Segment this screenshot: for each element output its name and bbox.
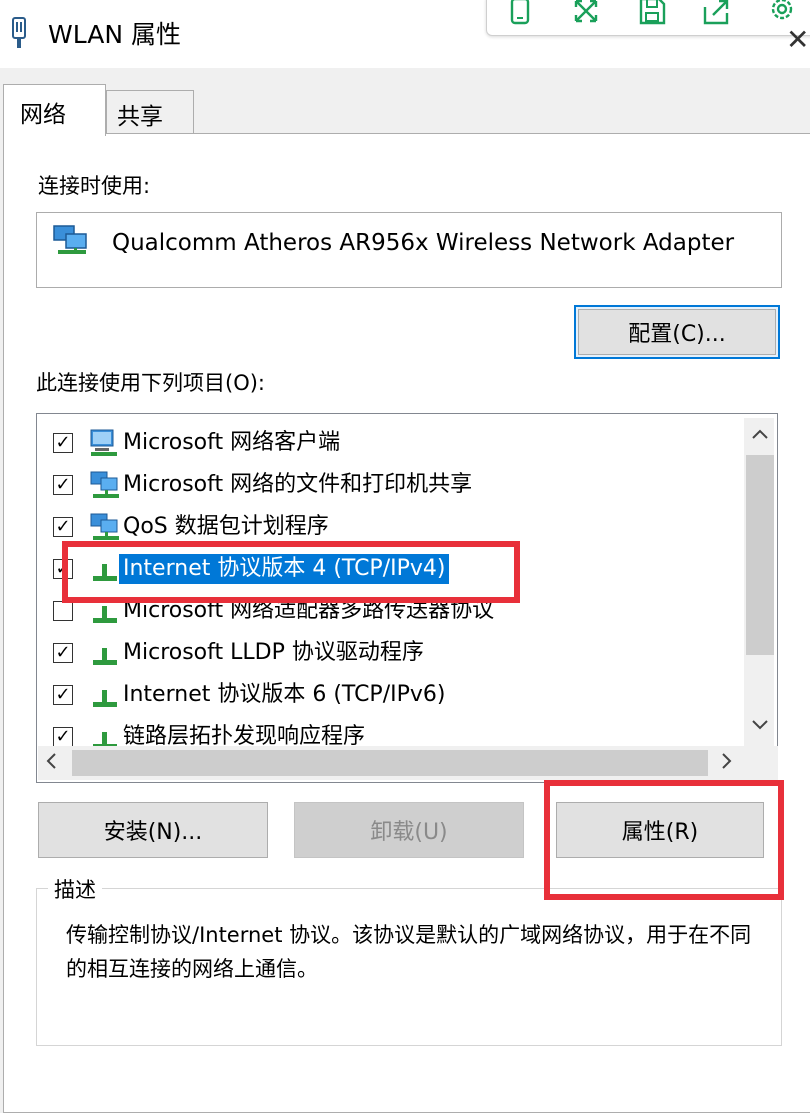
- item-label: Microsoft 网络的文件和打印机共享: [123, 472, 473, 497]
- item-label: Internet 协议版本 6 (TCP/IPv6): [123, 682, 446, 707]
- tab-network-label: 网络: [20, 102, 66, 128]
- configure-button-label: 配置(C)...: [578, 309, 776, 355]
- scroll-right-icon[interactable]: [718, 748, 734, 779]
- protocol-icon: [89, 640, 121, 670]
- adapter-name: Qualcomm Atheros AR956x Wireless Network…: [112, 230, 735, 256]
- uninstall-button: 卸载(U): [294, 802, 524, 858]
- vertical-scroll-thumb[interactable]: [746, 455, 774, 655]
- floating-toolbar: [486, 0, 810, 36]
- network-client-icon: [89, 428, 121, 458]
- fullscreen-icon[interactable]: [567, 0, 605, 29]
- tab-network[interactable]: 网络: [3, 84, 106, 136]
- close-icon[interactable]: ✕: [786, 26, 809, 54]
- scroll-up-icon[interactable]: [750, 425, 770, 446]
- list-item[interactable]: ✓ Microsoft 网络客户端: [37, 422, 747, 464]
- wlan-adapter-icon: [10, 16, 28, 50]
- description-legend: 描述: [48, 874, 102, 904]
- window-title: WLAN 属性: [48, 20, 181, 49]
- description-text: 传输控制协议/Internet 协议。该协议是默认的广域网络协议，用于在不同的相…: [66, 923, 752, 981]
- network-adapter-icon: [52, 224, 90, 258]
- configure-button[interactable]: 配置(C)...: [574, 305, 780, 359]
- item-label: Microsoft 网络客户端: [123, 430, 341, 455]
- highlight-properties-annotation: [544, 780, 784, 900]
- horizontal-scroll-thumb[interactable]: [72, 750, 708, 776]
- item-checkbox[interactable]: ✓: [53, 643, 73, 663]
- tab-sharing[interactable]: 共享: [106, 90, 194, 133]
- item-checkbox[interactable]: ✓: [53, 685, 73, 705]
- item-label: QoS 数据包计划程序: [123, 514, 329, 539]
- item-label: Microsoft LLDP 协议驱动程序: [123, 640, 424, 665]
- item-checkbox[interactable]: ✓: [53, 727, 73, 747]
- tab-sharing-label: 共享: [117, 104, 163, 130]
- item-checkbox[interactable]: [53, 601, 73, 621]
- protocol-icon: [89, 682, 121, 712]
- item-checkbox[interactable]: ✓: [53, 517, 73, 537]
- connect-using-label: 连接时使用:: [38, 174, 151, 198]
- file-share-icon: [89, 470, 121, 500]
- list-item[interactable]: ✓ Microsoft 网络的文件和打印机共享: [37, 464, 747, 506]
- phone-icon[interactable]: [501, 0, 539, 29]
- list-item[interactable]: ✓ Microsoft LLDP 协议驱动程序: [37, 632, 747, 674]
- list-item[interactable]: ✓ Internet 协议版本 6 (TCP/IPv6): [37, 674, 747, 716]
- install-button[interactable]: 安装(N)...: [38, 802, 268, 858]
- items-list-label: 此连接使用下列项目(O):: [36, 371, 265, 395]
- share-icon[interactable]: [697, 0, 735, 29]
- qos-icon: [89, 512, 121, 542]
- item-checkbox[interactable]: ✓: [53, 475, 73, 495]
- scroll-down-icon[interactable]: [750, 716, 770, 737]
- scroll-left-icon[interactable]: [44, 748, 60, 779]
- scroll-corner: [744, 746, 778, 780]
- highlight-ipv4-annotation: [62, 541, 520, 603]
- save-icon[interactable]: [633, 0, 671, 29]
- item-checkbox[interactable]: ✓: [53, 433, 73, 453]
